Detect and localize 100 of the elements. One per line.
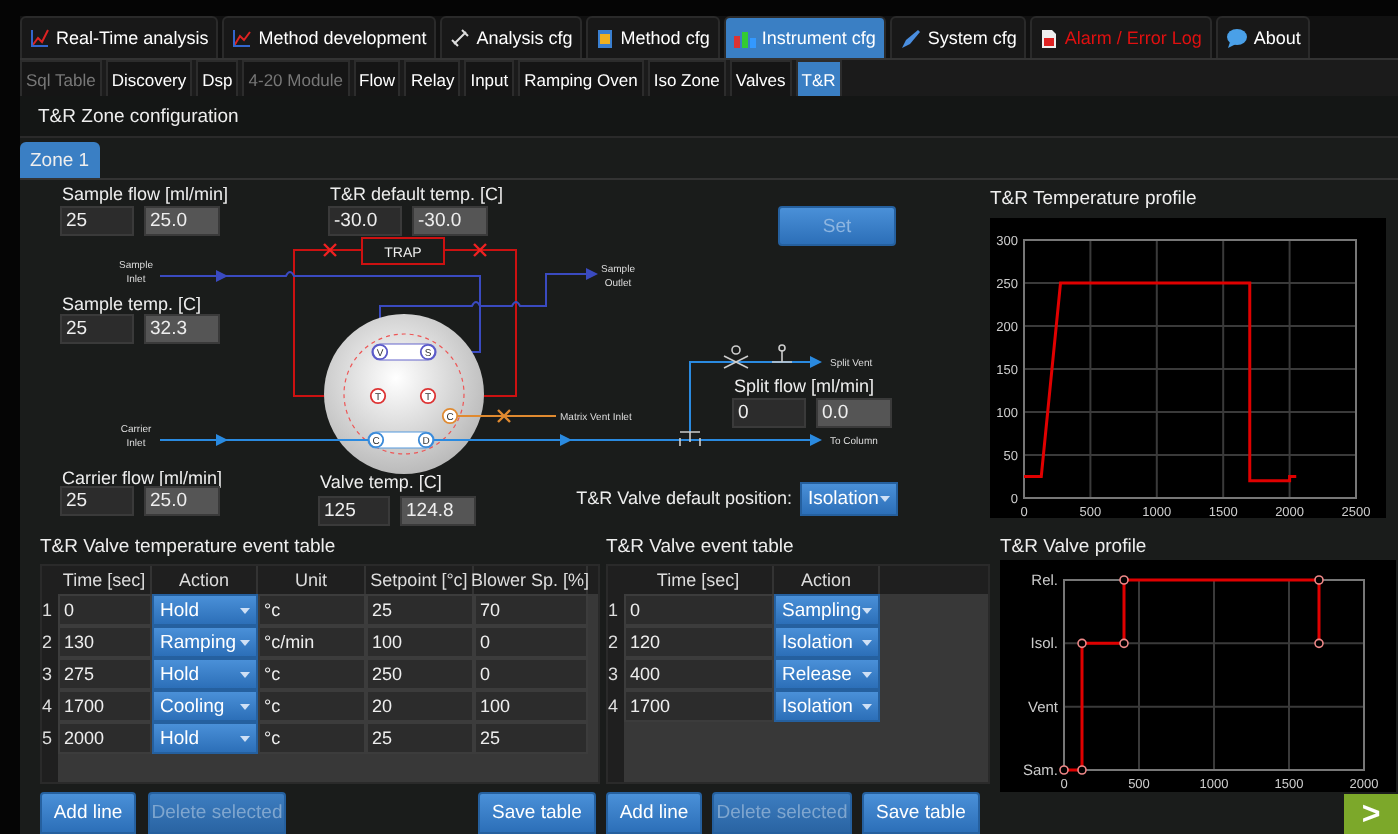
table-cell[interactable]: °c xyxy=(258,690,366,722)
action-dropdown[interactable]: Hold xyxy=(152,594,258,626)
setpoint-field[interactable]: 25 xyxy=(60,314,134,344)
setpoint-field[interactable]: 25 xyxy=(60,206,134,236)
setpoint-field[interactable]: 125 xyxy=(318,496,390,526)
main-tab[interactable]: Analysis cfg xyxy=(440,16,583,58)
action-dropdown[interactable]: Isolation xyxy=(774,626,880,658)
main-tab[interactable]: Method cfg xyxy=(586,16,720,58)
sub-tab[interactable]: Input xyxy=(464,60,515,96)
row-number: 4 xyxy=(608,690,624,722)
valve-symbol-drawing xyxy=(723,344,793,369)
table-cell[interactable]: °c xyxy=(258,722,366,754)
table-cell[interactable]: 1700 xyxy=(624,690,774,722)
field-label: T&R Valve default position: xyxy=(576,488,792,508)
table-button[interactable]: Add line xyxy=(40,792,136,834)
caret-icon xyxy=(862,703,872,709)
table-button[interactable]: Add line xyxy=(606,792,702,834)
main-tab[interactable]: Real-Time analysis xyxy=(20,16,219,58)
table-cell[interactable]: °c/min xyxy=(258,626,366,658)
setpoint-field[interactable]: 25 xyxy=(60,486,134,516)
sub-tab[interactable]: Relay xyxy=(404,60,461,96)
action-dropdown[interactable]: Hold xyxy=(152,658,258,690)
caret-icon xyxy=(240,607,250,613)
table-cell[interactable]: 70 xyxy=(474,594,588,626)
action-dropdown[interactable]: Sampling xyxy=(774,594,880,626)
table-cell[interactable]: 120 xyxy=(624,626,774,658)
action-dropdown[interactable]: Cooling xyxy=(152,690,258,722)
table-cell[interactable]: 100 xyxy=(474,690,588,722)
row-number: 3 xyxy=(42,658,58,690)
table-cell[interactable]: °c xyxy=(258,658,366,690)
setpoint-field[interactable]: -30.0 xyxy=(328,206,402,236)
speech-bubble-icon xyxy=(1225,28,1248,48)
table-cell[interactable]: 0 xyxy=(624,594,774,626)
dashed-ring xyxy=(343,333,465,455)
caret-icon xyxy=(240,671,250,677)
sub-tab[interactable]: Flow xyxy=(353,60,401,96)
chart-line-icon xyxy=(232,28,253,48)
caret-icon xyxy=(240,703,250,709)
table-cell[interactable]: 0 xyxy=(474,658,588,690)
table-cell[interactable]: 25 xyxy=(474,722,588,754)
action-dropdown[interactable]: Isolation xyxy=(774,690,880,722)
reading-field: 0.0 xyxy=(816,398,892,428)
main-tab[interactable]: System cfg xyxy=(889,16,1027,58)
table-button[interactable]: Save table xyxy=(862,792,980,834)
field-label: Sample flow [ml/min] xyxy=(62,184,229,204)
field-label: Sample temp. [C] xyxy=(62,294,202,314)
row-number: 2 xyxy=(608,626,624,658)
table-cell[interactable]: 275 xyxy=(58,658,152,690)
caret-icon xyxy=(880,496,890,502)
sub-tab[interactable]: T&R xyxy=(795,60,842,96)
table-cell[interactable]: 250 xyxy=(366,658,474,690)
chart-title: T&R Temperature profile xyxy=(990,188,1199,214)
matrix-vent-line xyxy=(457,415,557,417)
row-number: 5 xyxy=(42,722,58,754)
action-dropdown[interactable]: Release xyxy=(774,658,880,690)
action-dropdown[interactable]: Hold xyxy=(152,722,258,754)
table-cell[interactable]: 20 xyxy=(366,690,474,722)
row-number: 1 xyxy=(608,594,624,626)
caret-icon xyxy=(240,735,250,741)
cross-mark xyxy=(496,408,512,424)
caret-icon xyxy=(240,639,250,645)
sub-tab[interactable]: Valves xyxy=(729,60,792,96)
field-label: Carrier flow [ml/min] xyxy=(62,468,223,488)
table-cell[interactable]: 0 xyxy=(474,626,588,658)
zone-tab[interactable]: Zone 1 xyxy=(20,142,100,178)
setpoint-field[interactable]: 0 xyxy=(732,398,806,428)
table-cell[interactable]: °c xyxy=(258,594,366,626)
main-tab[interactable]: Instrument cfg xyxy=(723,16,886,58)
main-tab[interactable]: Alarm / Error Log xyxy=(1030,16,1212,58)
chart-line-icon xyxy=(30,28,50,48)
table-cell[interactable]: 25 xyxy=(366,594,474,626)
row-number: 4 xyxy=(42,690,58,722)
table-cell[interactable]: 2000 xyxy=(58,722,152,754)
sub-tab[interactable]: Iso Zone xyxy=(647,60,726,96)
table-cell[interactable]: 130 xyxy=(58,626,152,658)
arrow-head xyxy=(216,270,228,282)
sub-tab[interactable]: Ramping Oven xyxy=(518,60,644,96)
sub-tab[interactable]: Discovery xyxy=(105,60,193,96)
table-cell[interactable]: 100 xyxy=(366,626,474,658)
table-button[interactable]: Save table xyxy=(478,792,596,834)
reading-field: 124.8 xyxy=(400,496,476,526)
reading-field: 25.0 xyxy=(144,486,220,516)
action-dropdown[interactable]: Ramping xyxy=(152,626,258,658)
main-tab[interactable]: Method development xyxy=(222,16,437,58)
row-number: 3 xyxy=(608,658,624,690)
main-tab[interactable]: About xyxy=(1215,16,1311,58)
sub-tab[interactable]: Dsp xyxy=(196,60,239,96)
position-dropdown[interactable]: Isolation xyxy=(800,482,898,516)
table-title: T&R Valve temperature event table xyxy=(40,536,338,562)
chart-title: T&R Valve profile xyxy=(1000,536,1149,558)
caret-icon xyxy=(862,671,872,677)
table-cell[interactable]: 1700 xyxy=(58,690,152,722)
table-title: T&R Valve event table xyxy=(606,536,796,562)
pen-icon xyxy=(899,27,922,49)
cross-mark xyxy=(322,242,338,258)
caret-icon xyxy=(862,607,872,613)
table-cell[interactable]: 400 xyxy=(624,658,774,690)
tee-symbol xyxy=(679,431,701,447)
table-cell[interactable]: 0 xyxy=(58,594,152,626)
table-cell[interactable]: 25 xyxy=(366,722,474,754)
